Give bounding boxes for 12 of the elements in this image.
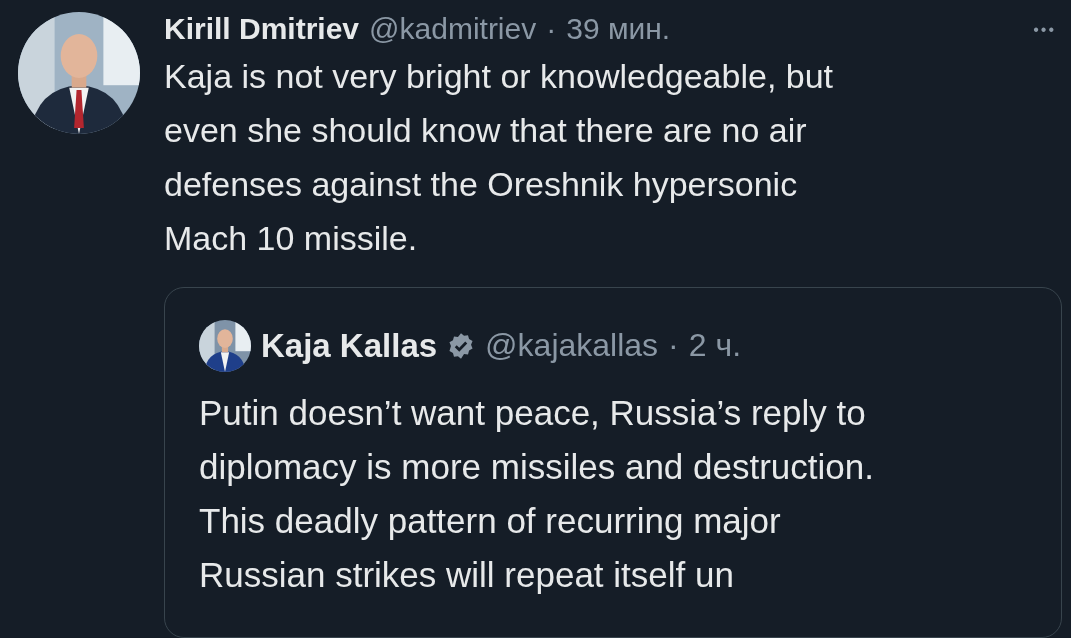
author-handle[interactable]: @kajakallas [485, 327, 659, 364]
post-text: Kaja is not very bright or knowledgeable, but even she should know that there are no air defenses against the Oreshnik hypersonic Mach 10 missile. [164, 55, 834, 259]
separator: · [546, 12, 557, 46]
quoted-post-card[interactable]: Kaja Kallas @kajakallas · 2 ч. Putin doesn’t want peace, Russia’s reply to diplomacy is more missiles and destruction. This deadly pattern of recurring major Russian strikes will repeat itself un [164, 286, 1062, 638]
post-text: Putin doesn’t want peace, Russia’s reply to diplomacy is more missiles and destruction. This deadly pattern of recurring major Russian strikes will repeat itself un [199, 391, 874, 596]
author-name[interactable]: Kaja Kallas [261, 326, 438, 365]
more-button[interactable]: ••• [1027, 21, 1062, 40]
post-time[interactable]: 39 мин. [566, 12, 671, 46]
post-time[interactable]: 2 ч. [688, 327, 741, 364]
separator: · [668, 327, 679, 364]
author-name[interactable]: Kirill Dmitriev [164, 12, 360, 46]
author-handle[interactable]: @kadmitriev [369, 12, 537, 46]
